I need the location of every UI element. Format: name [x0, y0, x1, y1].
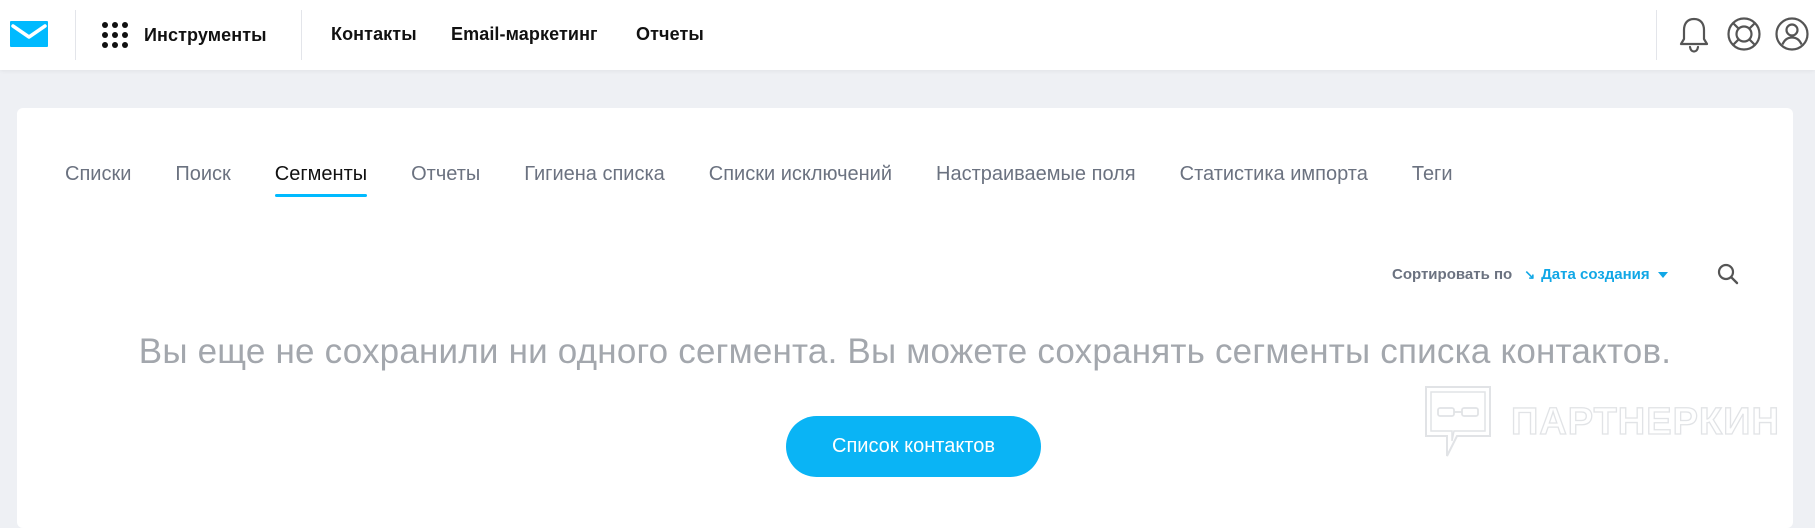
sort-control: Сортировать по ↘ Дата создания: [1392, 266, 1668, 283]
tab-lists[interactable]: Списки: [65, 163, 131, 197]
tab-suppression-lists[interactable]: Списки исключений: [709, 163, 892, 197]
tab-segments[interactable]: Сегменты: [274, 163, 368, 197]
search-icon[interactable]: [1716, 262, 1740, 286]
apps-grid-icon: [102, 22, 128, 48]
top-navigation-bar: Инструменты Контакты Email-маркетинг Отч…: [0, 0, 1815, 70]
tab-import-statistics[interactable]: Статистика импорта: [1180, 163, 1368, 197]
contacts-tabs: Списки Поиск Сегменты Отчеты Гигиена спи…: [65, 163, 1453, 197]
watermark: ПАРТНЕРКИН: [1423, 384, 1780, 460]
nav-email-marketing-link[interactable]: Email-маркетинг: [451, 24, 598, 45]
watermark-text: ПАРТНЕРКИН: [1510, 400, 1780, 443]
divider: [1656, 10, 1657, 60]
tab-tags[interactable]: Теги: [1412, 163, 1453, 197]
empty-state-message: Вы еще не сохранили ни одного сегмента. …: [138, 332, 1672, 371]
user-profile-icon[interactable]: [1774, 16, 1810, 52]
tab-reports[interactable]: Отчеты: [411, 163, 480, 197]
divider: [75, 10, 76, 60]
nav-contacts-link[interactable]: Контакты: [331, 24, 417, 45]
chevron-down-icon: [1657, 271, 1668, 278]
tools-label: Инструменты: [144, 24, 267, 45]
bell-icon[interactable]: [1678, 16, 1710, 54]
nav-reports-link[interactable]: Отчеты: [636, 24, 704, 45]
tab-list-hygiene[interactable]: Гигиена списка: [524, 163, 665, 197]
segments-panel: Списки Поиск Сегменты Отчеты Гигиена спи…: [17, 108, 1793, 528]
tab-custom-fields[interactable]: Настраиваемые поля: [936, 163, 1136, 197]
sort-label: Сортировать по: [1392, 266, 1513, 283]
watermark-logo-icon: [1425, 386, 1491, 457]
contact-list-button[interactable]: Список контактов: [786, 416, 1041, 477]
sort-direction-icon: ↘: [1524, 266, 1536, 282]
tab-search[interactable]: Поиск: [175, 163, 230, 197]
sort-value: Дата создания: [1541, 266, 1650, 283]
divider: [301, 10, 302, 60]
getresponse-logo-icon[interactable]: [10, 21, 48, 47]
tools-menu-button[interactable]: Инструменты: [102, 18, 267, 52]
help-lifebuoy-icon[interactable]: [1726, 16, 1762, 52]
sort-dropdown[interactable]: ↘ Дата создания: [1524, 266, 1668, 283]
